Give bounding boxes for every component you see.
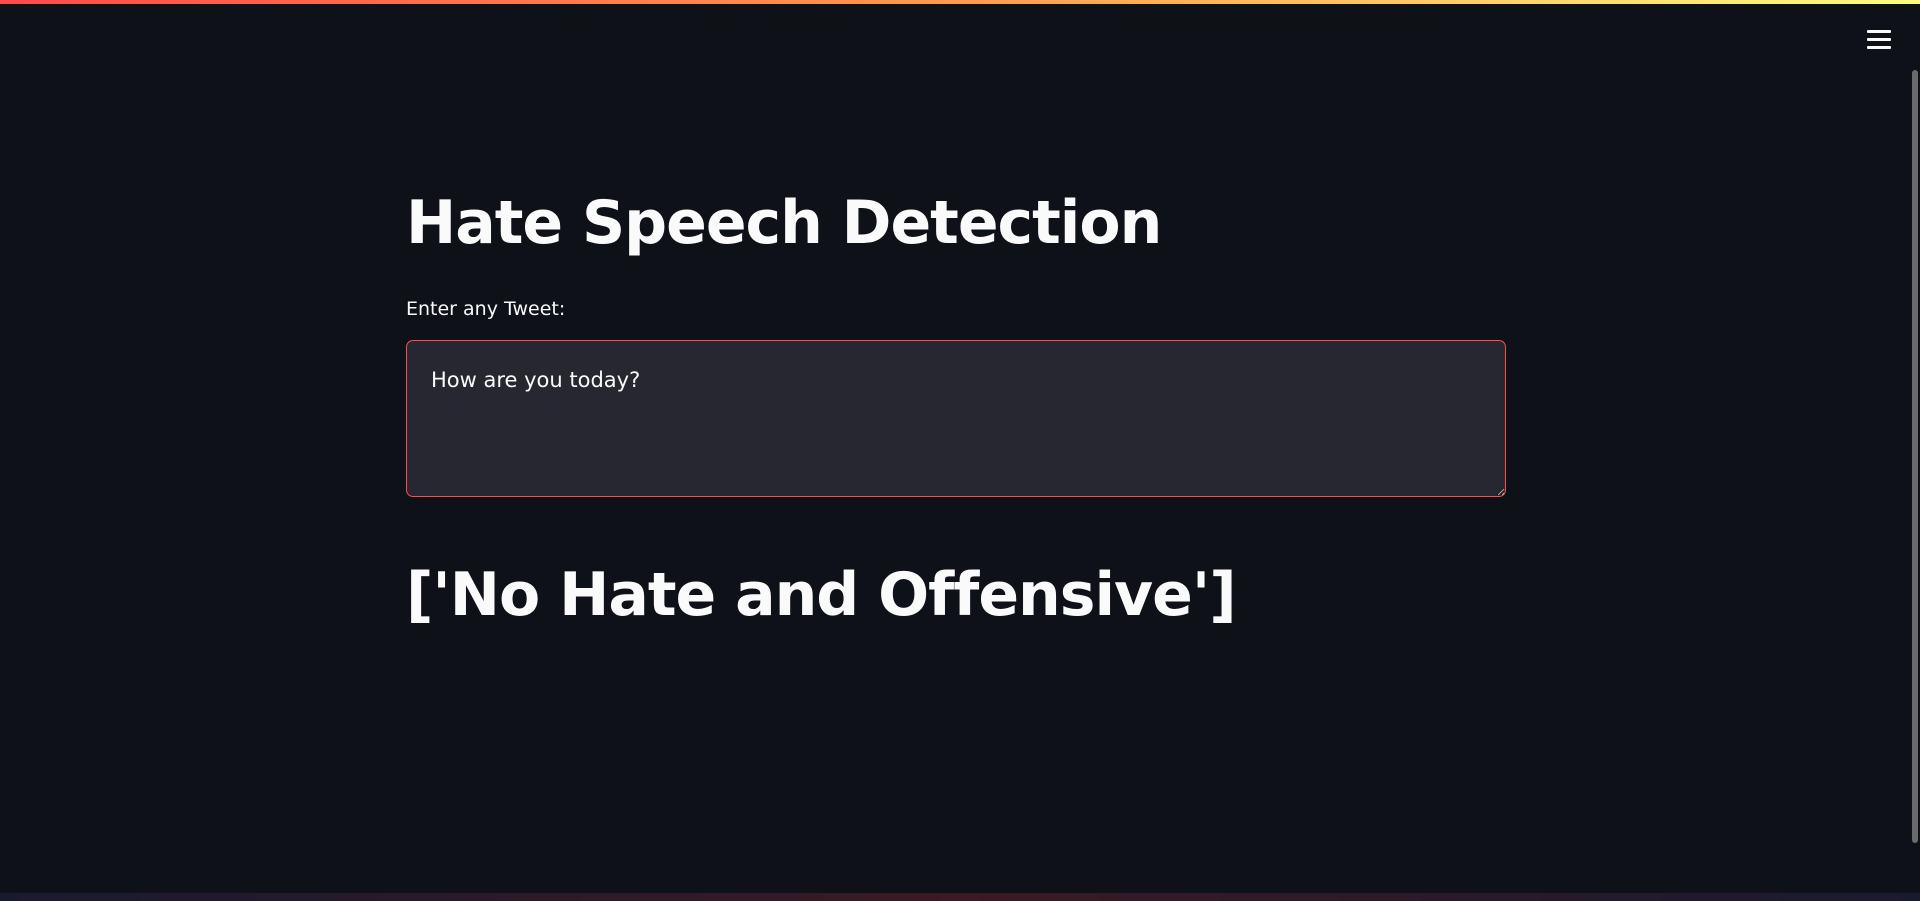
menu-line [1867,29,1891,33]
menu-line [1867,37,1891,41]
tweet-input[interactable]: How are you today? [406,340,1506,497]
page-title: Hate Speech Detection [406,188,1162,258]
prediction-result: ['No Hate and Offensive'] [406,560,1237,630]
scrollbar-thumb[interactable] [1912,70,1918,843]
scrollbar[interactable] [1910,70,1920,843]
top-decoration-bar [0,0,1920,4]
bottom-decoration-bar [0,893,1920,901]
hamburger-menu-icon[interactable] [1867,26,1895,52]
tweet-input-label: Enter any Tweet: [406,298,566,320]
menu-line [1867,45,1891,49]
